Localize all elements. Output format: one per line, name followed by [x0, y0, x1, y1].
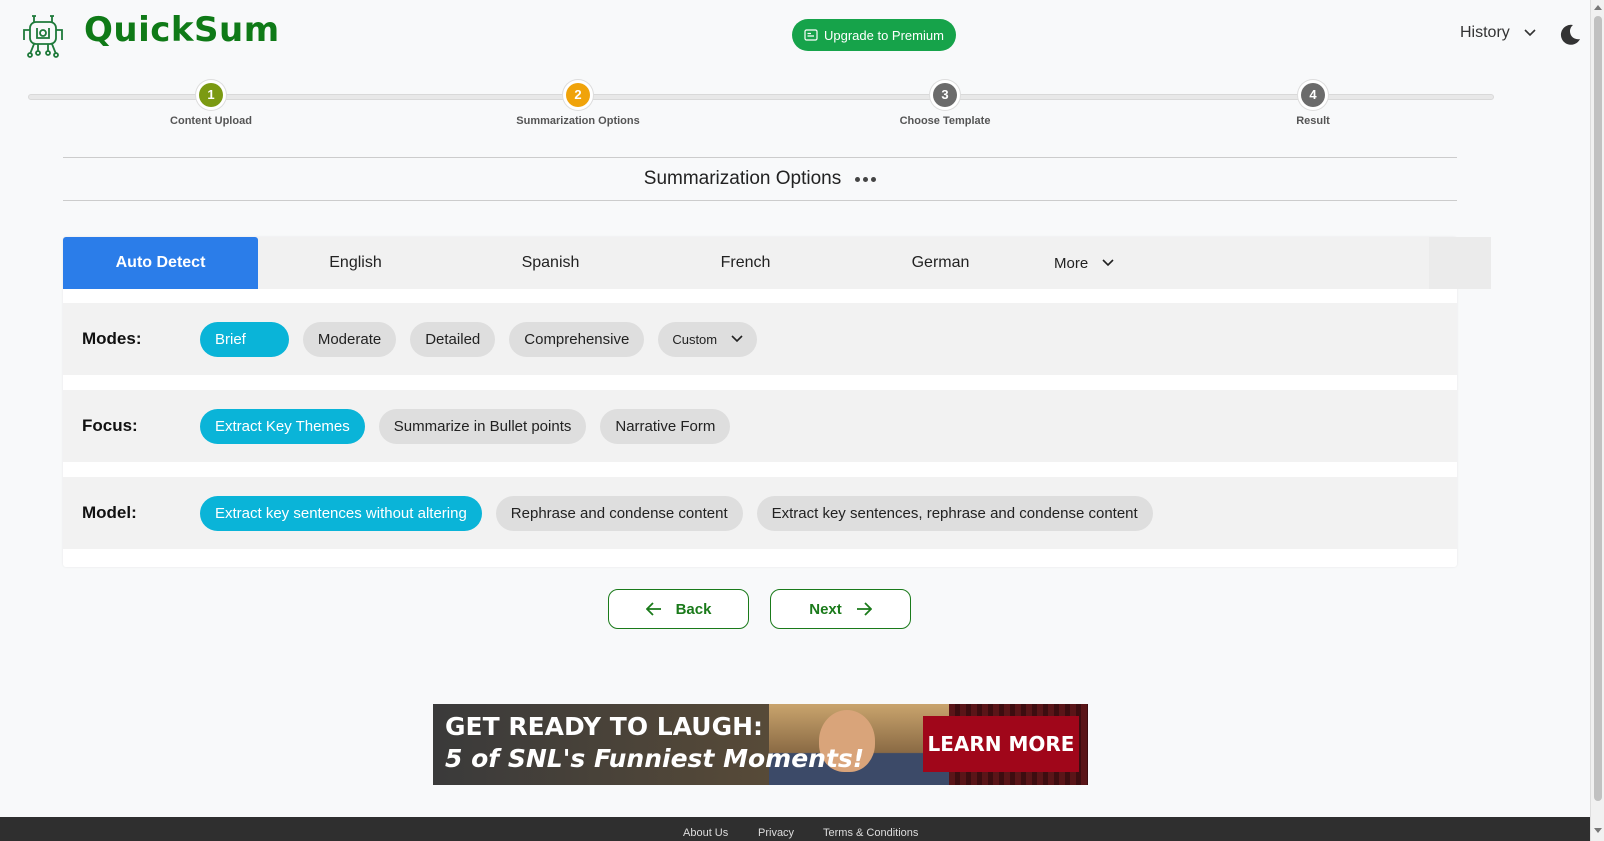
step-number: 1 — [199, 83, 223, 107]
upgrade-premium-button[interactable]: Upgrade to Premium — [792, 19, 956, 51]
language-tabs: Auto Detect English Spanish French Germa… — [63, 237, 1429, 289]
chevron-down-icon — [731, 335, 743, 343]
arrow-right-icon — [856, 602, 872, 616]
tab-spanish[interactable]: Spanish — [453, 237, 648, 289]
custom-label: Custom — [672, 331, 718, 347]
step-label: Choose Template — [899, 115, 991, 127]
tab-german[interactable]: German — [843, 237, 1038, 289]
premium-card-icon — [804, 29, 818, 41]
dark-mode-moon-icon[interactable] — [1558, 23, 1582, 47]
next-button[interactable]: Next — [770, 589, 911, 629]
step-result[interactable]: 4 Result — [1233, 83, 1393, 127]
history-label: History — [1460, 24, 1510, 41]
step-label: Result — [1296, 115, 1330, 127]
model-extractive-pill[interactable]: Extract key sentences without altering — [200, 495, 482, 531]
model-label: Model: — [82, 503, 137, 522]
step-number: 4 — [1301, 83, 1325, 107]
model-hybrid-pill[interactable]: Extract key sentences, rephrase and cond… — [756, 495, 1153, 531]
step-choose-template[interactable]: 3 Choose Template — [865, 83, 1025, 127]
more-label: More — [1054, 254, 1089, 272]
ad-learn-more-button[interactable]: LEARN MORE — [923, 716, 1079, 772]
page-scrollbar[interactable] — [1590, 0, 1604, 841]
premium-label: Upgrade to Premium — [824, 27, 944, 43]
tab-more-dropdown[interactable]: More — [1038, 237, 1130, 289]
options-card: Auto Detect English Spanish French Germa… — [63, 237, 1491, 567]
focus-label: Focus: — [82, 416, 138, 435]
progress-stepper: 1 Content Upload 2 Summarization Options… — [28, 83, 1494, 143]
robot-logo-icon[interactable] — [20, 12, 66, 58]
top-bar: QuickSum Upgrade to Premium History — [0, 0, 1590, 70]
step-number: 2 — [566, 83, 590, 107]
footer: About Us Privacy Terms & Conditions — [0, 817, 1590, 841]
focus-row: Focus: Extract Key Themes Summarize in B… — [63, 390, 1457, 462]
step-label: Summarization Options — [516, 115, 640, 127]
footer-link-privacy[interactable]: Privacy — [758, 827, 794, 839]
arrow-left-icon — [645, 602, 661, 616]
scroll-down-icon[interactable] — [1594, 828, 1602, 833]
footer-link-about[interactable]: About Us — [683, 827, 728, 839]
focus-bullet-points-pill[interactable]: Summarize in Bullet points — [378, 408, 587, 444]
mode-comprehensive-pill[interactable]: Comprehensive — [509, 321, 645, 357]
mode-moderate-pill[interactable]: Moderate — [302, 321, 397, 357]
focus-key-themes-pill[interactable]: Extract Key Themes — [200, 408, 365, 444]
ad-banner[interactable]: GET READY TO LAUGH: 5 of SNL's Funniest … — [433, 704, 1088, 785]
mode-brief-pill[interactable]: Brief — [200, 321, 289, 357]
ad-headline: GET READY TO LAUGH: — [445, 712, 764, 741]
footer-link-terms[interactable]: Terms & Conditions — [823, 827, 918, 839]
step-label: Content Upload — [170, 115, 252, 127]
step-summarization-options[interactable]: 2 Summarization Options — [498, 83, 658, 127]
tab-auto-detect[interactable]: Auto Detect — [63, 237, 258, 289]
next-label: Next — [809, 600, 842, 618]
tab-french[interactable]: French — [648, 237, 843, 289]
model-row: Model: Extract key sentences without alt… — [63, 477, 1457, 549]
focus-narrative-pill[interactable]: Narrative Form — [600, 408, 731, 444]
tab-english[interactable]: English — [258, 237, 453, 289]
modes-row: Modes: Brief Moderate Detailed Comprehen… — [63, 303, 1457, 375]
back-label: Back — [675, 600, 712, 618]
section-title: Summarization Options — [643, 168, 842, 189]
modes-label: Modes: — [82, 329, 142, 348]
more-options-icon[interactable] — [855, 176, 877, 182]
chevron-down-icon — [1102, 259, 1114, 267]
scroll-up-icon[interactable] — [1594, 5, 1602, 10]
history-dropdown[interactable]: History — [1460, 24, 1536, 42]
mode-custom-dropdown[interactable]: Custom — [658, 321, 758, 357]
model-abstractive-pill[interactable]: Rephrase and condense content — [495, 495, 743, 531]
brand-name[interactable]: QuickSum — [84, 10, 280, 50]
scrollbar-thumb[interactable] — [1594, 16, 1602, 801]
back-button[interactable]: Back — [608, 589, 749, 629]
step-number: 3 — [933, 83, 957, 107]
mode-detailed-pill[interactable]: Detailed — [410, 321, 496, 357]
ad-subline: 5 of SNL's Funniest Moments! — [445, 744, 865, 773]
section-header: Summarization Options — [63, 157, 1457, 201]
chevron-down-icon — [1524, 29, 1536, 37]
step-content-upload[interactable]: 1 Content Upload — [131, 83, 291, 127]
